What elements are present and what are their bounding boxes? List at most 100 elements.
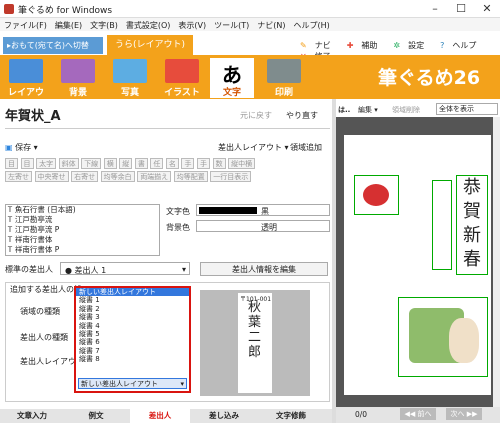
sender-layout-dropdown[interactable]: 新しい差出人レイアウト 縦書 1 縦書 2 縦書 3 縦書 4 縦書 5 縦書 … xyxy=(74,286,191,393)
illust-frame[interactable] xyxy=(398,297,488,377)
format-button[interactable]: 名 xyxy=(165,158,179,169)
list-item[interactable]: Ꭲ 祥南行書体 P xyxy=(6,245,159,255)
background-button[interactable]: 背景 xyxy=(56,58,100,98)
bg-color-label: 背景色 xyxy=(166,223,190,232)
close-button[interactable]: ✕ xyxy=(474,1,500,17)
dropdown-option[interactable]: 縦書 2 xyxy=(76,305,189,313)
tab-merge[interactable]: 差し込み xyxy=(194,409,254,423)
dropdown-option[interactable]: 縦書 6 xyxy=(76,338,189,346)
vertical-button[interactable]: 縦 xyxy=(119,158,133,169)
dropdown-option[interactable]: 縦書 4 xyxy=(76,322,189,330)
maximize-button[interactable]: ☐ xyxy=(448,1,474,17)
format-button[interactable]: 数 xyxy=(212,158,226,169)
vertical-scrollbar[interactable] xyxy=(493,117,500,407)
justify-button[interactable]: 両端揃え xyxy=(137,171,172,182)
align-right-button[interactable]: 右寄せ xyxy=(71,171,99,182)
dropdown-option[interactable]: 縦書 3 xyxy=(76,313,189,321)
background-icon xyxy=(61,59,95,83)
tab-examples[interactable]: 例文 xyxy=(66,409,126,423)
format-button[interactable]: 任 xyxy=(150,158,164,169)
text-button[interactable]: あ文字 xyxy=(210,58,254,98)
even-margin-button[interactable]: 均等余白 xyxy=(100,171,135,182)
switch-front-button[interactable]: ▸おもて(宛て名)へ切替 xyxy=(3,37,103,54)
menu-view[interactable]: 表示(V) xyxy=(174,18,210,31)
format-button[interactable]: 書 xyxy=(134,158,148,169)
layout-button[interactable]: レイアウト xyxy=(4,58,48,111)
tab-text-input[interactable]: 文章入力 xyxy=(2,409,62,423)
sender-layout-button[interactable]: 差出人レイアウト ▾ xyxy=(218,142,289,153)
format-button[interactable]: 手 xyxy=(197,158,211,169)
format-button[interactable]: 目 xyxy=(20,158,34,169)
list-item[interactable]: Ꭲ 祥南行書体 xyxy=(6,235,159,245)
dropdown-option[interactable]: 縦書 1 xyxy=(76,296,189,304)
save-icon: ▣ xyxy=(5,143,13,152)
distribute-button[interactable]: 均等配置 xyxy=(173,171,208,182)
menu-navi[interactable]: ナビ(N) xyxy=(253,18,289,31)
prev-button[interactable]: ◀◀ 前へ xyxy=(400,408,436,420)
help-link[interactable]: ? ヘルプ xyxy=(440,41,484,50)
watermelon-icon xyxy=(165,59,199,83)
format-button[interactable]: 手 xyxy=(181,158,195,169)
undo-button[interactable]: 元に戻す xyxy=(240,110,272,121)
dropdown-option[interactable]: 縦書 8 xyxy=(76,355,189,363)
delete-region-button[interactable]: 領域削除 xyxy=(392,105,420,115)
underline-button[interactable]: 下線 xyxy=(81,158,102,169)
dropdown-option[interactable]: 縦書 7 xyxy=(76,347,189,355)
menu-tools[interactable]: ツール(T) xyxy=(210,18,253,31)
edit-menu[interactable]: 編集 ▾ xyxy=(358,105,378,115)
format-toolbar: 目 目 太字 斜体 下線 横 縦 書 任 名 手 手 数 縦中横 左寄せ 中央寄… xyxy=(5,158,329,184)
document-title: 年賀状_A xyxy=(5,109,61,124)
edit-sender-button[interactable]: 差出人情報を編集 xyxy=(200,262,328,276)
list-item[interactable]: Ꭲ 江戸勘亭流 P xyxy=(6,225,159,235)
list-item[interactable]: Ꭲ 魚石行書 (日本語) xyxy=(6,205,159,215)
align-center-button[interactable]: 中央寄せ xyxy=(34,171,69,182)
redo-button[interactable]: やり直す xyxy=(286,110,318,121)
illust-frame[interactable] xyxy=(354,175,399,215)
settings-link[interactable]: ✲ 設定 xyxy=(393,41,432,50)
add-sender-label: 追加する差出人の設 xyxy=(10,285,82,294)
print-button[interactable]: 印刷 xyxy=(262,58,306,98)
photo-button[interactable]: 写真 xyxy=(108,58,152,98)
menu-text[interactable]: 文字(B) xyxy=(86,18,122,31)
dropdown-current-value[interactable]: 新しい差出人レイアウト ▾ xyxy=(78,378,187,389)
next-button[interactable]: 次へ ▶▶ xyxy=(446,408,482,420)
menu-file[interactable]: ファイル(F) xyxy=(0,18,51,31)
italic-button[interactable]: 斜体 xyxy=(58,158,79,169)
help-icon: ? xyxy=(440,41,445,50)
sender-preview: 〒101-001 秋葉二郎 xyxy=(200,290,310,396)
tab-text-decor[interactable]: 文字修飾 xyxy=(258,409,324,423)
text-color-select[interactable]: 黒 xyxy=(196,204,330,216)
menu-help[interactable]: ヘルプ(H) xyxy=(290,18,334,31)
assist-link[interactable]: ✚ 補助 xyxy=(347,41,386,50)
horizontal-button[interactable]: 横 xyxy=(103,158,117,169)
bg-color-select[interactable]: 透明 xyxy=(196,220,330,232)
zoom-select[interactable]: 全体を表示 xyxy=(436,103,498,115)
standard-sender-select[interactable]: ● 差出人 1 ▾ xyxy=(60,262,190,275)
menu-toggle[interactable]: は.. xyxy=(338,105,350,115)
card-preview[interactable]: 恭賀新春 xyxy=(344,135,491,395)
assist-icon: ✚ xyxy=(346,41,354,50)
menu-edit[interactable]: 編集(E) xyxy=(51,18,86,31)
format-button[interactable]: 目 xyxy=(5,158,18,169)
add-region-button[interactable]: 領域追加 xyxy=(290,142,322,153)
illust-button[interactable]: イラスト xyxy=(160,58,204,98)
tab-back-layout[interactable]: うら(レイアウト) xyxy=(107,35,193,56)
font-list[interactable]: Ꭲ 魚石行書 (日本語) Ꭲ 江戸勘亭流 Ꭲ 江戸勘亭流 P Ꭲ 祥南行書体 Ꭲ… xyxy=(5,204,160,256)
navi-link[interactable]: ✎ ナビ xyxy=(300,41,339,50)
bold-button[interactable]: 太字 xyxy=(36,158,57,169)
save-button[interactable]: ▣ 保存 ▾ xyxy=(5,142,38,153)
mouse-illustration xyxy=(449,318,479,363)
page-indicator: 0/0 xyxy=(355,410,368,419)
tate-chu-yoko-button[interactable]: 縦中横 xyxy=(228,158,256,169)
align-left-button[interactable]: 左寄せ xyxy=(5,171,32,182)
minimize-button[interactable]: – xyxy=(422,1,448,17)
sender-name: 秋葉二郎 xyxy=(248,300,262,360)
menu-format[interactable]: 書式設定(O) xyxy=(122,18,175,31)
right-toolbar: は.. 編集 ▾ 領域削除 全体を表示 xyxy=(336,103,500,117)
pin-icon: ✎ xyxy=(300,41,307,50)
greeting-text[interactable]: 恭賀新春 xyxy=(456,175,488,275)
tab-sender[interactable]: 差出人 xyxy=(130,409,190,423)
first-line-button[interactable]: 一行目表示 xyxy=(210,171,252,182)
list-item[interactable]: Ꭲ 江戸勘亭流 xyxy=(6,215,159,225)
message-region[interactable] xyxy=(432,180,452,270)
